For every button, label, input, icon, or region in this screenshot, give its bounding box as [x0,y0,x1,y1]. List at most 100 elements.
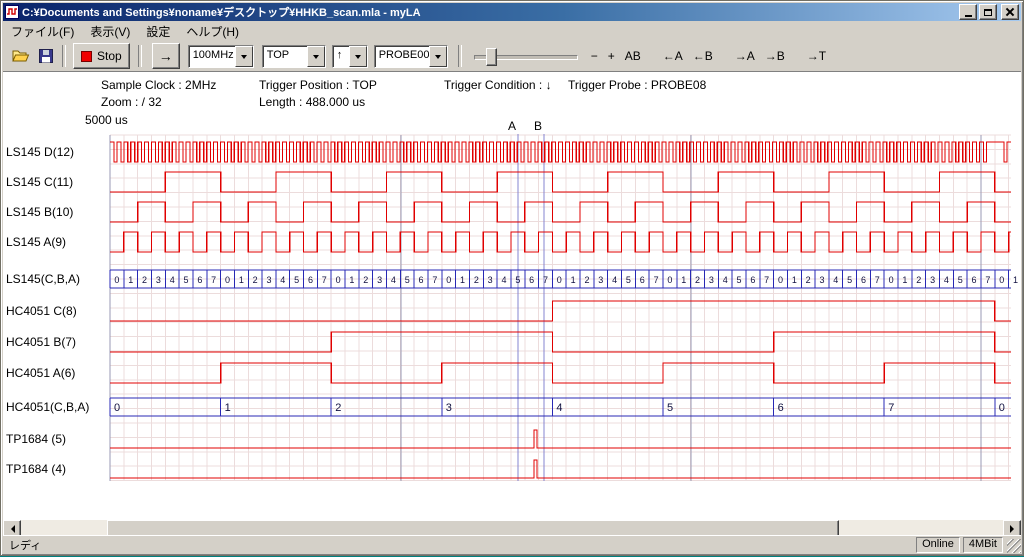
chevron-down-icon [355,55,361,62]
menu-item-view[interactable]: 表示(V) [82,21,138,42]
zoom-out-button[interactable]: − [586,44,603,68]
trigger-probe-label: Trigger Probe : PROBE08 [568,78,706,92]
bus-value: 0 [336,275,341,285]
bus-value: 1 [349,275,354,285]
bus-value: 1 [239,275,244,285]
menu-item-help[interactable]: ヘルプ(H) [178,21,247,42]
bus-value: 2 [363,275,368,285]
logic-trace [110,172,1011,192]
logic-trace [110,301,1011,321]
slider-thumb[interactable] [486,48,497,66]
channel-label: HC4051(C,B,A) [6,400,89,414]
toolbar-separator [138,45,142,67]
stop-button[interactable]: Stop [73,43,130,69]
jump-to-trigger-button[interactable]: →T [802,44,831,68]
bus-value: 1 [571,275,576,285]
bus-value: 7 [543,275,548,285]
bus-value: 0 [999,402,1005,414]
bus-value: 2 [806,275,811,285]
ab-markers-button[interactable]: AB [620,44,646,68]
bus-value: 6 [419,275,424,285]
bus-value: 2 [695,275,700,285]
open-file-button[interactable] [8,44,33,68]
channel-label: HC4051 C(8) [6,304,77,318]
dropdown-button[interactable] [307,46,325,67]
status-memory-badge: 4MBit [963,537,1003,553]
maximize-button[interactable] [979,4,997,20]
bus-value: 5 [405,275,410,285]
open-folder-icon [12,49,30,63]
bus-value: 4 [170,275,175,285]
bus-value: 5 [847,275,852,285]
channel-label: LS145 A(9) [6,235,66,249]
zoom-slider[interactable] [474,44,578,68]
trigger-edge-select[interactable]: ↑ [332,45,368,68]
dropdown-button[interactable] [235,46,253,67]
bus-value: 4 [502,275,507,285]
floppy-disk-icon [39,49,53,63]
bus-value: 2 [584,275,589,285]
bus-value: 6 [861,275,866,285]
bus-value: 7 [432,275,437,285]
channel-label: TP1684 (5) [6,432,66,446]
jump-left-to-a-button[interactable]: ←A [658,44,688,68]
bus-value: 5 [737,275,742,285]
menu-item-file[interactable]: ファイル(F) [3,21,82,42]
close-button[interactable] [1001,4,1019,20]
channel-label: LS145 B(10) [6,205,73,219]
trigger-probe-select[interactable]: PROBE00 [374,45,448,68]
channel-label: LS145(C,B,A) [6,272,80,286]
dropdown-button[interactable] [429,46,447,67]
bus-value: 5 [626,275,631,285]
status-ready-label: レディ [3,537,41,553]
bus-value: 0 [557,275,562,285]
bus-value: 5 [294,275,299,285]
bus-value: 2 [253,275,258,285]
run-button[interactable]: → [152,43,180,69]
logic-trace [110,332,1011,352]
channel-label: TP1684 (4) [6,462,66,476]
bus-value: 1 [792,275,797,285]
bus-value: 3 [488,275,493,285]
bus-value: 7 [654,275,659,285]
jump-left-to-b-button[interactable]: ←B [688,44,718,68]
save-file-button[interactable] [33,44,58,68]
bus-value: 0 [114,275,119,285]
bus-value: 6 [529,275,534,285]
bus-value: 7 [322,275,327,285]
bus-value: 5 [515,275,520,285]
horizontal-scrollbar[interactable] [3,520,1021,536]
resize-grip[interactable] [1007,539,1021,553]
app-window: C:¥Documents and Settings¥noname¥デスクトップ¥… [0,0,1024,556]
bus-value: 5 [184,275,189,285]
bus-value: 3 [598,275,603,285]
bus-value: 6 [640,275,645,285]
dropdown-button[interactable] [349,46,367,67]
time-ref-label: 5000 us [85,113,128,127]
bus-value: 7 [875,275,880,285]
marker-label: A [508,119,516,133]
logic-trace [110,232,1011,252]
bus-value: 7 [211,275,216,285]
trigger-position-select[interactable]: TOP [262,45,326,68]
app-icon [5,5,19,19]
toolbar-separator [62,45,66,67]
clock-rate-select[interactable]: 100MHz [188,45,254,68]
bus-value: 6 [778,402,784,414]
bus-value: 7 [764,275,769,285]
minimize-button[interactable] [959,4,977,20]
bus-value: 4 [612,275,617,285]
bus-value: 3 [446,402,452,414]
zoom-in-button[interactable]: + [603,44,620,68]
jump-right-to-a-button[interactable]: →A [730,44,760,68]
close-icon [1006,8,1014,16]
channel-label: LS145 C(11) [6,175,73,189]
bus-value: 1 [902,275,907,285]
bus-value: 6 [972,275,977,285]
bus-value: 0 [114,402,120,414]
bus-value: 4 [723,275,728,285]
toolbar: Stop → 100MHz TOP ↑ PROBE00 − + AB ←A ←B [3,41,1021,72]
bus-value: 5 [667,402,673,414]
menu-item-settings[interactable]: 設定 [138,21,178,42]
jump-right-to-b-button[interactable]: →B [760,44,790,68]
